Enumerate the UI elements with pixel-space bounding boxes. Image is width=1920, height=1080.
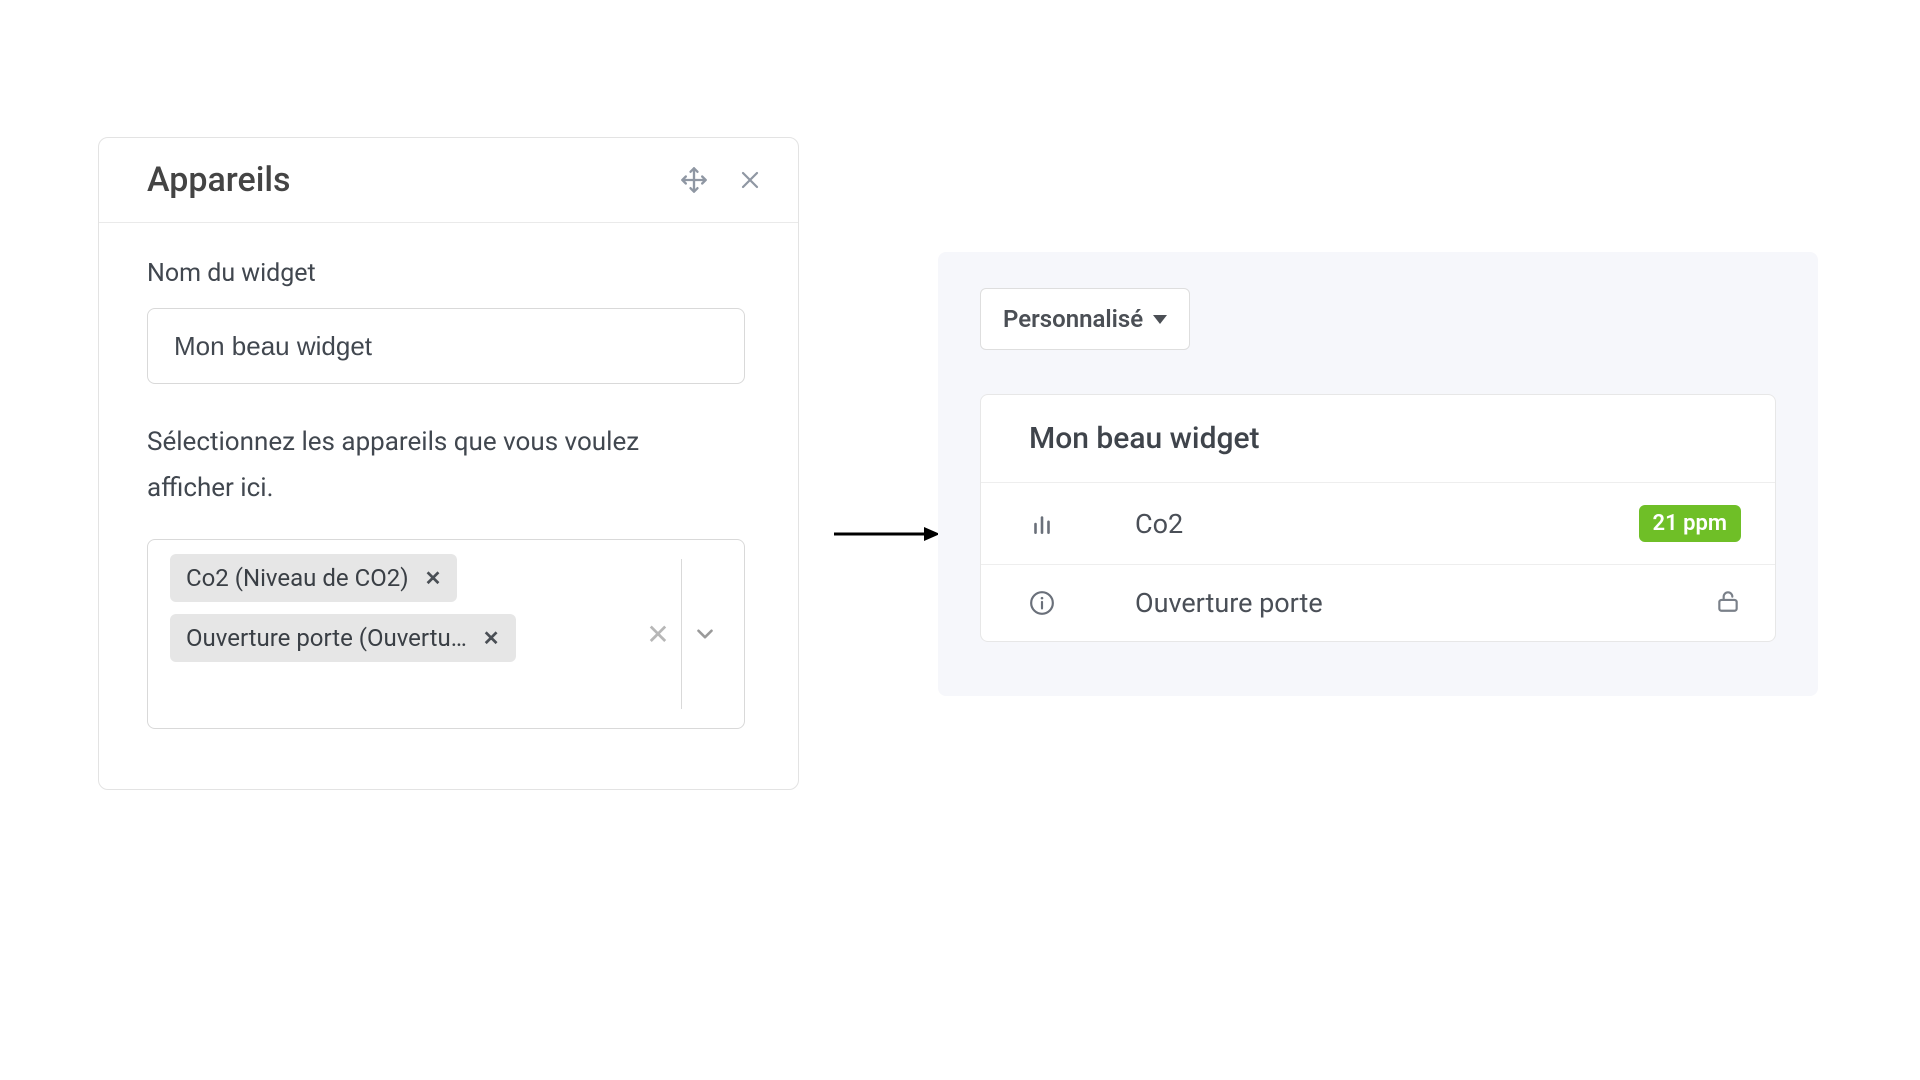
devices-config-card: Appareils [98,137,799,790]
tag-ouverture-porte: Ouverture porte (Ouvertu… ✕ [170,614,516,662]
widget-preview-card: Mon beau widget Co2 21 ppm [980,394,1776,642]
tag-label: Ouverture porte (Ouvertu… [186,624,467,652]
arrow-icon [832,524,940,544]
multiselect-actions: ✕ [635,540,744,728]
config-header: Appareils [99,138,798,223]
tag-remove-icon[interactable]: ✕ [425,566,442,590]
tag-co2: Co2 (Niveau de CO2) ✕ [170,554,457,602]
tag-label: Co2 (Niveau de CO2) [186,564,409,592]
widget-preview-header: Mon beau widget [981,395,1775,482]
widget-name-label: Nom du widget [147,259,750,288]
view-dropdown-label: Personnalisé [1003,305,1143,333]
tag-remove-icon[interactable]: ✕ [483,626,500,650]
config-body: Nom du widget Sélectionnez les appareils… [99,223,798,789]
close-icon[interactable] [736,166,764,194]
chevron-down-icon[interactable] [682,621,728,647]
widget-preview-title: Mon beau widget [1029,421,1727,456]
row-label: Co2 [1135,508,1639,540]
row-label: Ouverture porte [1135,587,1715,619]
widget-row[interactable]: Co2 21 ppm [981,482,1775,564]
config-title: Appareils [147,160,291,200]
widget-name-input[interactable] [147,308,745,384]
status-badge: 21 ppm [1639,505,1741,542]
config-header-actions [680,166,764,194]
caret-down-icon [1153,315,1167,324]
widget-row[interactable]: Ouverture porte [981,564,1775,641]
device-multiselect[interactable]: Co2 (Niveau de CO2) ✕ Ouverture porte (O… [147,539,745,729]
preview-panel: Personnalisé Mon beau widget Co2 21 ppm [938,252,1818,696]
view-dropdown[interactable]: Personnalisé [980,288,1190,350]
info-icon [1029,590,1135,616]
move-icon[interactable] [680,166,708,194]
tags-area: Co2 (Niveau de CO2) ✕ Ouverture porte (O… [148,540,635,728]
device-select-help-text: Sélectionnez les appareils que vous voul… [147,420,687,511]
unlock-icon [1715,588,1741,618]
bar-chart-icon [1029,511,1135,537]
clear-all-icon[interactable]: ✕ [635,618,681,651]
